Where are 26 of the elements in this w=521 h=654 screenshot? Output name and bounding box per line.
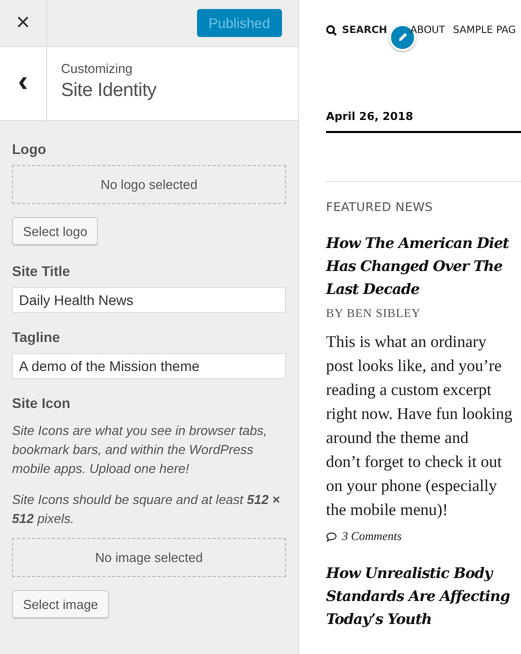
image-field[interactable]: No image selected xyxy=(12,538,286,577)
post-title[interactable]: How Unrealistic Body Standards Are Affecting Today’s Youth xyxy=(326,562,521,631)
help-text: Site Icons should be square and at least 512 × 512 pixels. xyxy=(12,491,281,528)
section-heading: FEATURED NEWS xyxy=(326,200,434,214)
field-label: Site Title xyxy=(12,263,72,279)
comments-link[interactable]: 3 Comments xyxy=(326,529,521,544)
select-button[interactable]: Select logo xyxy=(12,217,98,245)
post-title[interactable]: How The American Diet Has Changed Over The Last Decade xyxy=(326,232,521,301)
post-byline: BY BEN SIBLEY xyxy=(326,306,422,321)
select-button[interactable]: Select image xyxy=(12,590,110,618)
panel-title: Site Identity xyxy=(61,80,156,102)
help-text: Site Icons are what you see in browser tabs, bookmark bars, and within the WordPress mobile apps. Upload one here! xyxy=(12,422,268,478)
post-date: April 26, 2018 xyxy=(326,110,414,125)
text-field[interactable]: Daily Health News xyxy=(12,287,286,313)
text-field[interactable]: A demo of the Mission theme xyxy=(12,353,286,379)
panel-eyebrow: Customizing xyxy=(61,61,134,76)
post-excerpt: This is what an ordinary post looks like, and you’re reading a custom excerpt right now. Have fun looking around the theme and don’t forget to check it out on your phone (especially the mobile menu)! xyxy=(326,331,514,521)
nav-link[interactable]: ABOUT xyxy=(410,24,446,36)
section-label: Site Icon xyxy=(12,395,72,411)
field-label: Tagline xyxy=(12,329,61,345)
search-icon xyxy=(326,24,337,36)
search-link[interactable]: SEARCH xyxy=(326,24,388,36)
image-field[interactable]: No logo selected xyxy=(12,165,286,204)
speech-bubble-icon xyxy=(326,532,337,542)
section-label: Logo xyxy=(12,141,48,157)
nav-link[interactable]: SAMPLE PAG xyxy=(453,24,516,36)
